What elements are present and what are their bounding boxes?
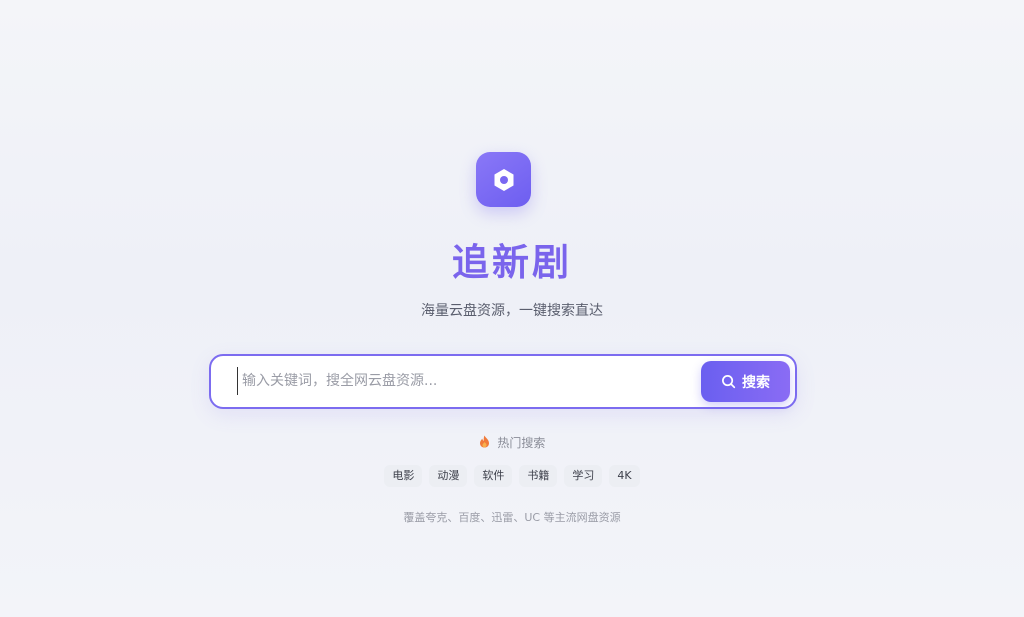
hot-tag-books[interactable]: 书籍	[519, 465, 558, 487]
hot-tags: 电影 动漫 软件 书籍 学习 4K	[0, 465, 1024, 487]
hot-tag-study[interactable]: 学习	[564, 465, 603, 487]
hot-tag-software[interactable]: 软件	[474, 465, 513, 487]
hot-tag-anime[interactable]: 动漫	[429, 465, 468, 487]
fire-icon	[479, 435, 490, 453]
coverage-note: 覆盖夸克、百度、迅雷、UC 等主流网盘资源	[403, 511, 621, 524]
search-button-label: 搜索	[742, 374, 770, 391]
search-icon	[722, 375, 736, 389]
hexagon-icon	[494, 168, 513, 191]
logo	[476, 152, 531, 207]
hot-search-title: 热门搜索	[497, 436, 546, 450]
search-input[interactable]	[237, 367, 686, 395]
hot-tag-4k[interactable]: 4K	[609, 465, 640, 487]
app-title: 追新剧	[452, 241, 572, 284]
search-button[interactable]: 搜索	[701, 361, 790, 402]
home-page: 追新剧 海量云盘资源，一键搜索直达 搜索 热门搜索 电影 动漫 软件 书籍 学习…	[0, 0, 1024, 617]
hot-tag-movie[interactable]: 电影	[384, 465, 423, 487]
search-bar: 搜索	[209, 354, 797, 409]
hot-search-heading: 热门搜索	[0, 434, 1024, 453]
app-subtitle: 海量云盘资源，一键搜索直达	[421, 303, 603, 319]
